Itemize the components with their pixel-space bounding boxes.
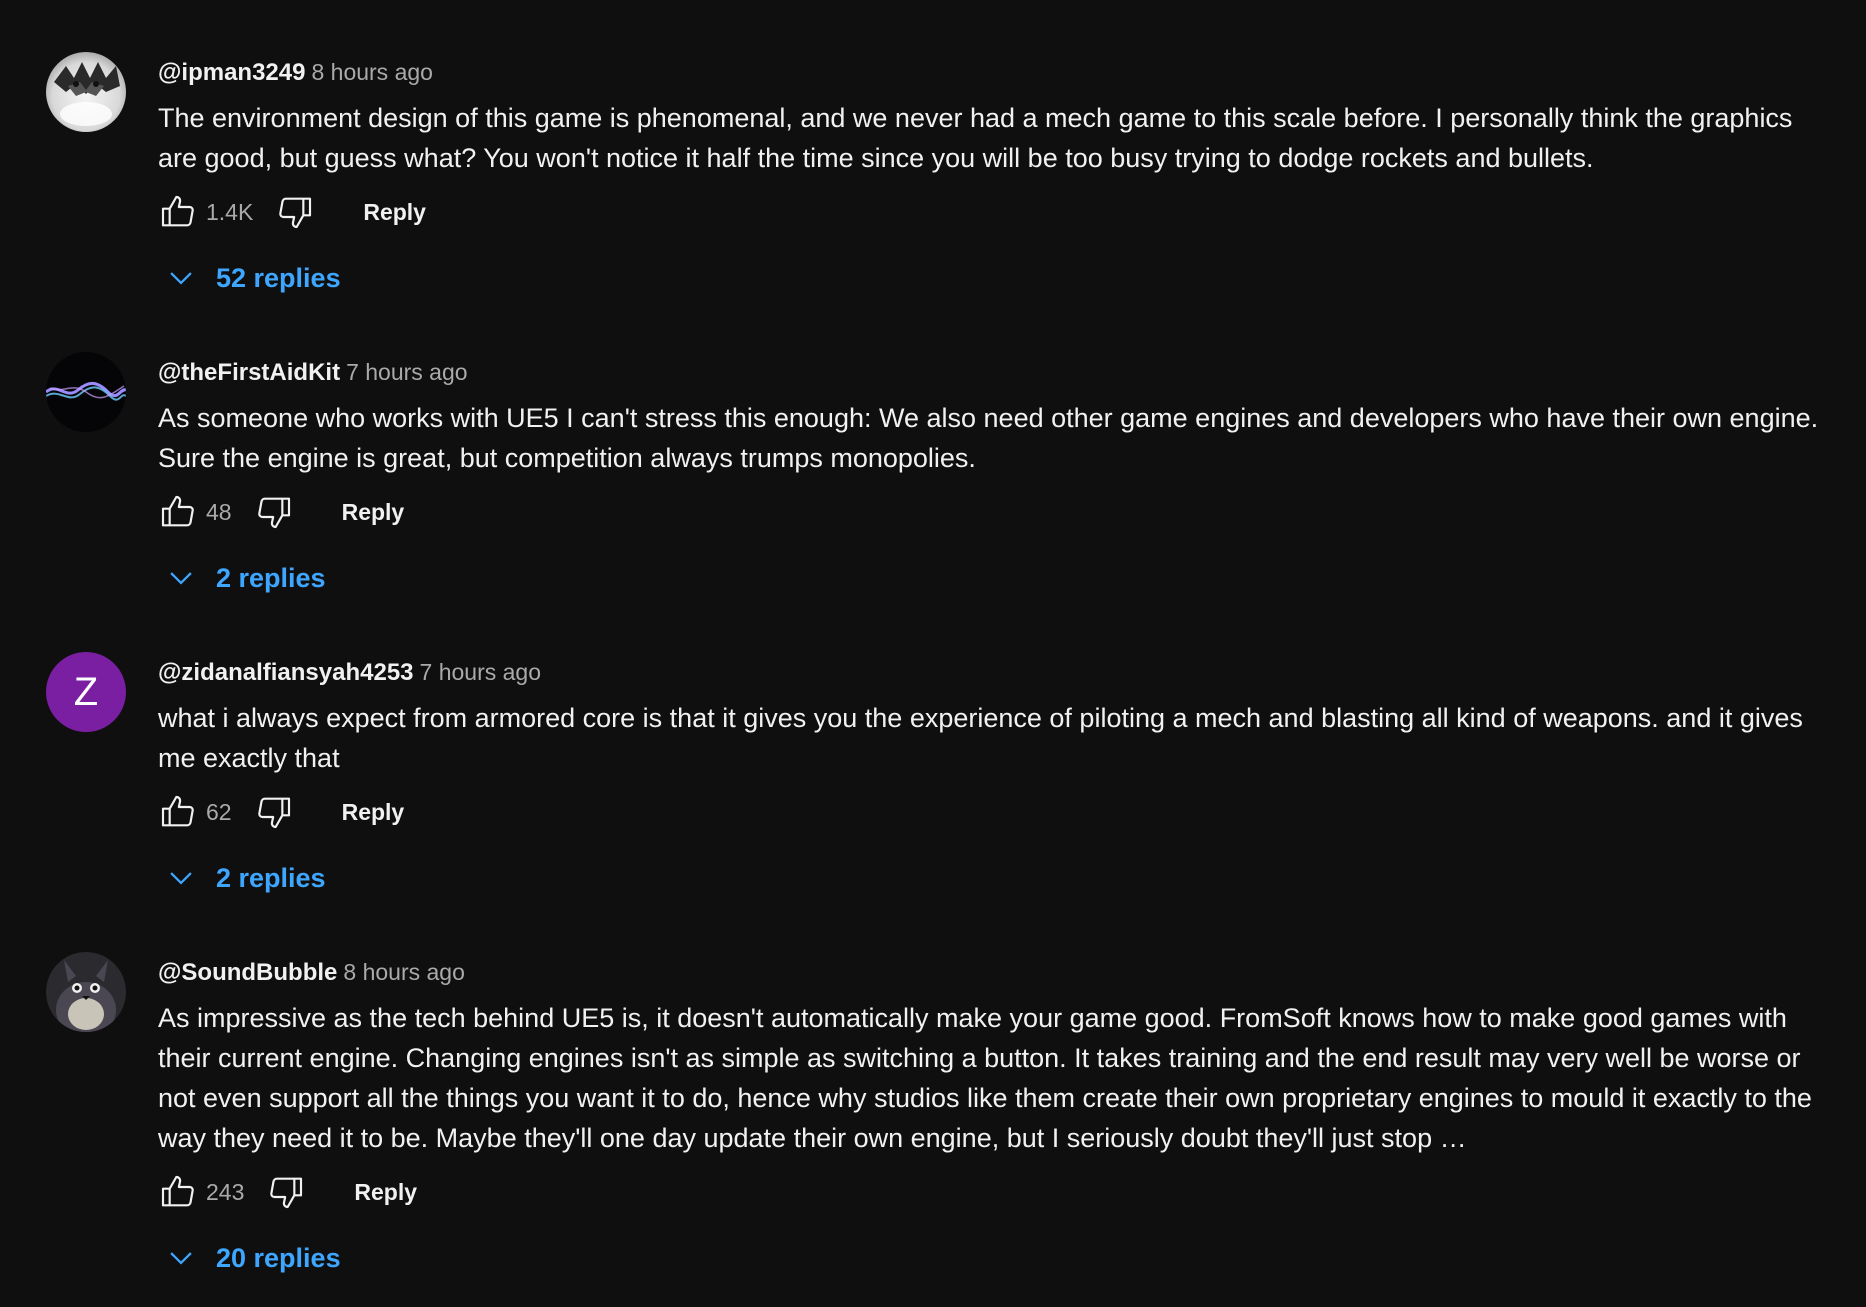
comment-author[interactable]: @ipman3249 — [158, 59, 305, 86]
like-count: 62 — [206, 798, 232, 825]
replies-count: 2 replies — [216, 562, 326, 593]
view-replies-button[interactable]: 2 replies — [164, 852, 1826, 904]
comment-text: what i always expect from armored core i… — [158, 703, 1803, 773]
dislike-button[interactable] — [250, 488, 298, 536]
comment-body: @zidanalfiansyah4253 7 hours ago what i a… — [158, 652, 1826, 904]
comment-header: @ipman3249 8 hours ago — [158, 52, 1826, 92]
comment-text: As someone who works with UE5 I can't st… — [158, 403, 1819, 473]
like-count: 1.4K — [206, 198, 254, 225]
comment-actions: 62 Reply — [154, 784, 1826, 840]
like-button[interactable] — [154, 1168, 202, 1216]
comment-body: @SoundBubble 8 hours ago As impressive as… — [158, 952, 1826, 1284]
like-count: 48 — [206, 498, 232, 525]
comment-header: @zidanalfiansyah4253 7 hours ago — [158, 652, 1826, 692]
view-replies-button[interactable]: 2 replies — [164, 552, 1826, 604]
comment-author[interactable]: @zidanalfiansyah4253 — [158, 659, 414, 686]
comment-body: @theFirstAidKit 7 hours ago As someone wh… — [158, 352, 1826, 604]
reply-button[interactable]: Reply — [342, 499, 405, 526]
thefirstaidkit-avatar-icon — [46, 352, 126, 432]
avatar[interactable] — [46, 52, 126, 132]
dislike-button[interactable] — [262, 1168, 310, 1216]
avatar[interactable] — [46, 352, 126, 432]
thumbs-down-icon — [270, 1177, 303, 1209]
reply-button[interactable]: Reply — [363, 199, 426, 226]
ipman3249-avatar-icon — [46, 52, 126, 132]
replies-count: 2 replies — [216, 862, 326, 893]
comment-timestamp[interactable]: 8 hours ago — [311, 59, 432, 85]
thumbs-down-icon — [257, 497, 290, 529]
comment-timestamp[interactable]: 7 hours ago — [420, 659, 541, 685]
thumbs-up-icon — [161, 795, 194, 827]
comment-author[interactable]: @theFirstAidKit — [158, 359, 340, 386]
avatar[interactable]: Z — [46, 652, 126, 732]
view-replies-button[interactable]: 20 replies — [164, 1232, 1826, 1284]
comment-timestamp[interactable]: 8 hours ago — [343, 959, 464, 985]
like-button[interactable] — [154, 488, 202, 536]
thumbs-down-icon — [257, 797, 290, 829]
like-count: 243 — [206, 1178, 245, 1205]
comment-actions: 1.4K Reply — [154, 184, 1826, 240]
chevron-down-icon — [170, 1252, 192, 1265]
thumbs-up-icon — [161, 1175, 194, 1207]
thumbs-up-icon — [161, 495, 194, 527]
comment-header: @SoundBubble 8 hours ago — [158, 952, 1826, 992]
comment-author[interactable]: @SoundBubble — [158, 959, 337, 986]
soundbubble-avatar-icon — [46, 952, 126, 1032]
replies-count: 52 replies — [216, 262, 341, 293]
like-button[interactable] — [154, 188, 202, 236]
chevron-down-icon — [170, 272, 192, 285]
replies-count: 20 replies — [216, 1242, 341, 1273]
thumbs-down-icon — [279, 197, 312, 229]
view-replies-button[interactable]: 52 replies — [164, 252, 1826, 304]
avatar[interactable] — [46, 952, 126, 1032]
comments-section: @ipman3249 8 hours ago The environment de… — [0, 0, 1866, 1307]
thumbs-up-icon — [161, 195, 194, 227]
reply-button[interactable]: Reply — [342, 799, 405, 826]
dislike-button[interactable] — [250, 788, 298, 836]
chevron-down-icon — [170, 572, 192, 585]
comment-text: As impressive as the tech behind UE5 is,… — [158, 1003, 1812, 1153]
chevron-down-icon — [170, 872, 192, 885]
comment-timestamp[interactable]: 7 hours ago — [346, 359, 467, 385]
comment-actions: 243 Reply — [154, 1164, 1826, 1220]
comment-body: @ipman3249 8 hours ago The environment de… — [158, 52, 1826, 304]
comment-text: The environment design of this game is p… — [158, 103, 1793, 173]
comment-actions: 48 Reply — [154, 484, 1826, 540]
like-button[interactable] — [154, 788, 202, 836]
comment-header: @theFirstAidKit 7 hours ago — [158, 352, 1826, 392]
dislike-button[interactable] — [271, 188, 319, 236]
reply-button[interactable]: Reply — [354, 1179, 417, 1206]
